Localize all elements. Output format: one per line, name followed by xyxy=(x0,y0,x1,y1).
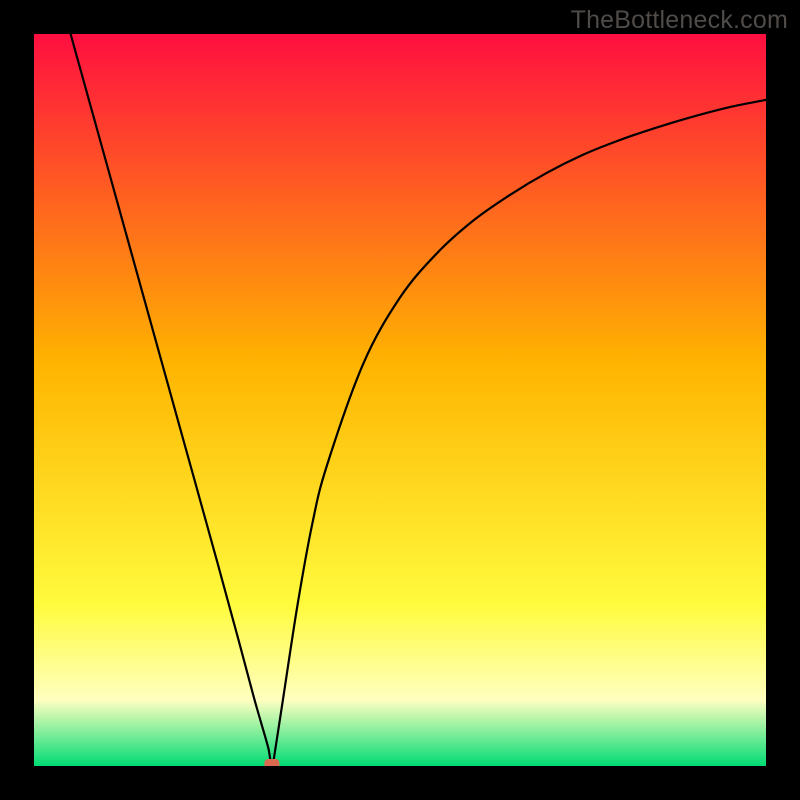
chart-outer-frame: TheBottleneck.com xyxy=(0,0,800,800)
bottleneck-chart xyxy=(34,34,766,766)
minimum-marker xyxy=(264,759,279,766)
gradient-background xyxy=(34,34,766,766)
watermark-text: TheBottleneck.com xyxy=(571,6,788,35)
